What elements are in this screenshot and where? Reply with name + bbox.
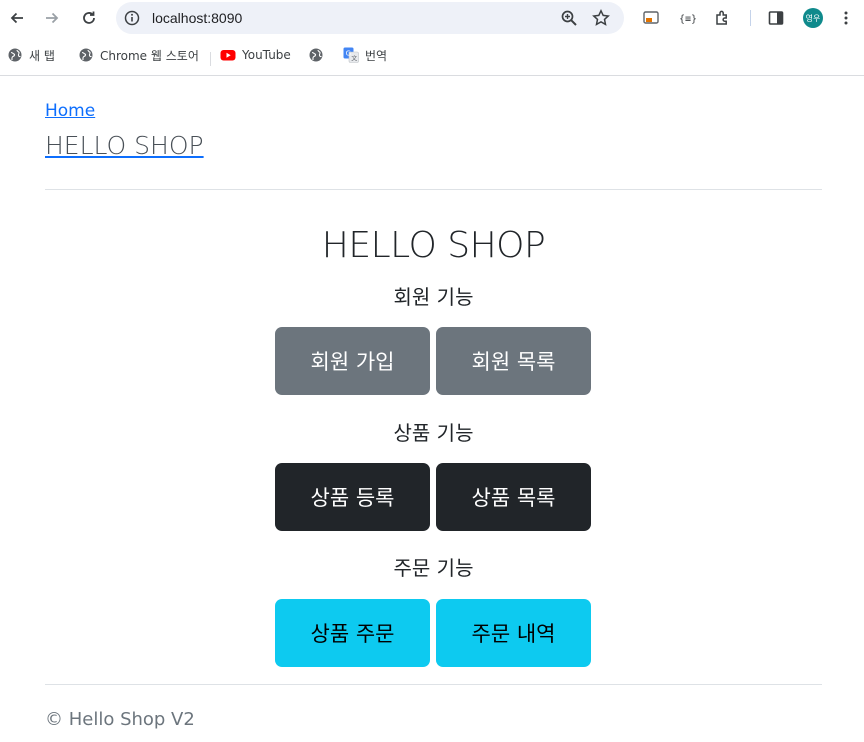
extensions-puzzle-icon[interactable]: [713, 8, 733, 28]
svg-text:{≡}: {≡}: [679, 14, 696, 25]
youtube-icon: [220, 50, 236, 61]
site-info-icon[interactable]: [124, 10, 140, 26]
browser-chrome: localhost:8090 {≡} 영우 새 탭 Chrome 웹 스토어 Y…: [0, 0, 864, 76]
address-bar[interactable]: localhost:8090: [116, 2, 624, 34]
bookmark-label: 번역: [365, 48, 388, 63]
side-panel-icon[interactable]: [766, 8, 786, 28]
url-text[interactable]: localhost:8090: [152, 10, 242, 26]
brand-link[interactable]: HELLO SHOP: [45, 131, 204, 160]
home-link[interactable]: Home: [45, 101, 95, 121]
bookmark-youtube[interactable]: YouTube: [220, 45, 291, 65]
profile-avatar[interactable]: 영우: [803, 8, 823, 28]
item-list-button[interactable]: 상품 목록: [436, 463, 591, 531]
header-divider: [45, 189, 822, 190]
bookmark-label: YouTube: [242, 48, 291, 62]
bookmark-label: Chrome 웹 스토어: [100, 48, 199, 63]
reload-icon: [83, 11, 95, 24]
menu-kebab-icon[interactable]: [836, 8, 856, 28]
page-content: Home HELLO SHOP HELLO SHOP 회원 기능 회원 가입 회…: [0, 77, 864, 742]
bookmark-star-icon[interactable]: [592, 9, 610, 27]
toolbar-divider: [750, 10, 751, 26]
order-button-group: 상품 주문 주문 내역: [275, 599, 591, 667]
extension-json-icon[interactable]: {≡}: [677, 8, 697, 28]
forward-button[interactable]: [39, 5, 65, 31]
bookmark-globe[interactable]: [308, 45, 330, 65]
bookmark-new-tab[interactable]: 새 탭: [7, 45, 55, 65]
member-join-button[interactable]: 회원 가입: [275, 327, 430, 395]
back-button[interactable]: [4, 5, 30, 31]
item-button-group: 상품 등록 상품 목록: [275, 463, 591, 531]
globe-icon: [309, 48, 323, 62]
bookmarks-bar: 새 탭 Chrome 웹 스토어 YouTube G文 번역: [0, 40, 864, 70]
member-list-button[interactable]: 회원 목록: [436, 327, 591, 395]
arrow-left-icon: [10, 12, 23, 24]
globe-icon: [8, 48, 22, 62]
section-label-member: 회원 기능: [393, 285, 474, 309]
order-item-button[interactable]: 상품 주문: [275, 599, 430, 667]
bookmark-label: 새 탭: [29, 48, 55, 63]
bookmark-chrome-web-store[interactable]: Chrome 웹 스토어: [78, 45, 199, 65]
svg-text:文: 文: [351, 55, 357, 63]
page-title: HELLO SHOP: [321, 225, 546, 266]
order-history-button[interactable]: 주문 내역: [436, 599, 591, 667]
bookmark-separator: [210, 52, 211, 66]
member-button-group: 회원 가입 회원 목록: [275, 327, 591, 395]
arrow-right-icon: [46, 12, 59, 24]
footer-text: © Hello Shop V2: [45, 709, 195, 730]
cast-icon[interactable]: [641, 8, 661, 28]
item-register-button[interactable]: 상품 등록: [275, 463, 430, 531]
section-label-order: 주문 기능: [393, 556, 474, 580]
footer-divider: [45, 684, 822, 685]
bookmark-translate[interactable]: G文 번역: [343, 45, 387, 65]
browser-toolbar: localhost:8090 {≡} 영우: [0, 0, 864, 38]
zoom-icon[interactable]: [560, 9, 578, 27]
globe-icon: [79, 48, 93, 62]
section-label-item: 상품 기능: [393, 421, 474, 445]
reload-button[interactable]: [76, 5, 102, 31]
google-translate-icon: G文: [343, 47, 359, 63]
